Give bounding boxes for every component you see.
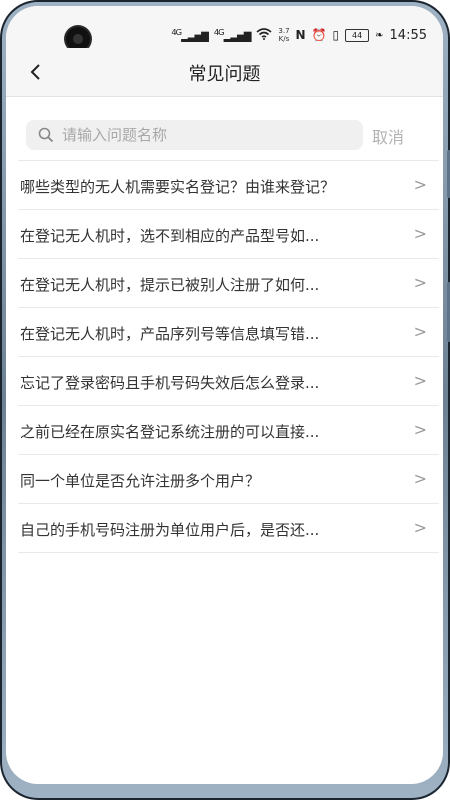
faq-item[interactable]: 在登记无人机时，提示已被别人注册了如何... > xyxy=(18,258,439,307)
faq-question: 在登记无人机时，提示已被别人注册了如何... xyxy=(20,276,320,294)
screen: 4G▂▃▅▇ 4G▂▃▅▇ 3.7 K/s N ⏰ ▯ 44 ❧ 14:55 常见… xyxy=(6,6,443,784)
faq-question: 同一个单位是否允许注册多个用户？ xyxy=(20,472,261,490)
search-box[interactable] xyxy=(26,120,363,150)
search-icon xyxy=(36,125,56,145)
cancel-button[interactable]: 取消 xyxy=(372,124,404,148)
faq-item[interactable]: 哪些类型的无人机需要实名登记？由谁来登记？ > xyxy=(18,160,439,209)
battery-icon: 44 xyxy=(345,28,370,42)
signal-icon-2: 4G▂▃▅▇ xyxy=(213,27,252,43)
faq-question: 忘记了登录密码且手机号码失效后怎么登录... xyxy=(20,374,320,392)
chevron-right-icon: > xyxy=(413,371,427,390)
chevron-right-icon: > xyxy=(413,469,427,488)
status-icons: 4G▂▃▅▇ 4G▂▃▅▇ 3.7 K/s N ⏰ ▯ 44 ❧ 14:55 xyxy=(171,24,427,46)
faq-item[interactable]: 自己的手机号码注册为单位用户后，是否还... > xyxy=(18,503,439,553)
faq-question: 自己的手机号码注册为单位用户后，是否还... xyxy=(20,521,320,539)
signal-icon-1: 4G▂▃▅▇ xyxy=(171,27,209,43)
alarm-icon: ⏰ xyxy=(311,28,327,42)
nfc-icon: N xyxy=(295,28,306,42)
faq-item[interactable]: 之前已经在原实名登记系统注册的可以直接... > xyxy=(18,405,439,454)
chevron-right-icon: > xyxy=(413,273,427,292)
phone-frame: 4G▂▃▅▇ 4G▂▃▅▇ 3.7 K/s N ⏰ ▯ 44 ❧ 14:55 常见… xyxy=(0,0,450,800)
vibrate-icon: ▯ xyxy=(332,28,340,42)
faq-question: 在登记无人机时，产品序列号等信息填写错... xyxy=(20,325,320,343)
faq-item[interactable]: 在登记无人机时，选不到相应的产品型号如... > xyxy=(18,209,439,258)
network-speed: 3.7 K/s xyxy=(278,27,290,43)
status-bar: 4G▂▃▅▇ 4G▂▃▅▇ 3.7 K/s N ⏰ ▯ 44 ❧ 14:55 xyxy=(6,6,443,51)
faq-item[interactable]: 在登记无人机时，产品序列号等信息填写错... > xyxy=(18,307,439,356)
chevron-right-icon: > xyxy=(413,518,427,537)
faq-item[interactable]: 忘记了登录密码且手机号码失效后怎么登录... > xyxy=(18,356,439,405)
chevron-right-icon: > xyxy=(413,322,427,341)
faq-question: 在登记无人机时，选不到相应的产品型号如... xyxy=(20,227,320,245)
status-time: 14:55 xyxy=(389,27,427,43)
search-input[interactable] xyxy=(62,126,342,144)
nav-bar: 常见问题 xyxy=(6,48,443,97)
faq-item[interactable]: 同一个单位是否允许注册多个用户？ > xyxy=(18,454,439,503)
faq-list: 哪些类型的无人机需要实名登记？由谁来登记？ > 在登记无人机时，选不到相应的产品… xyxy=(6,160,443,553)
chevron-right-icon: > xyxy=(413,420,427,439)
chevron-right-icon: > xyxy=(413,175,427,194)
leaf-icon: ❧ xyxy=(375,29,384,41)
page-title: 常见问题 xyxy=(188,64,261,85)
chevron-right-icon: > xyxy=(413,224,427,243)
faq-question: 哪些类型的无人机需要实名登记？由谁来登记？ xyxy=(20,178,336,196)
faq-question: 之前已经在原实名登记系统注册的可以直接... xyxy=(20,423,320,441)
wifi-icon xyxy=(256,27,272,43)
search-row: 取消 xyxy=(6,118,443,154)
